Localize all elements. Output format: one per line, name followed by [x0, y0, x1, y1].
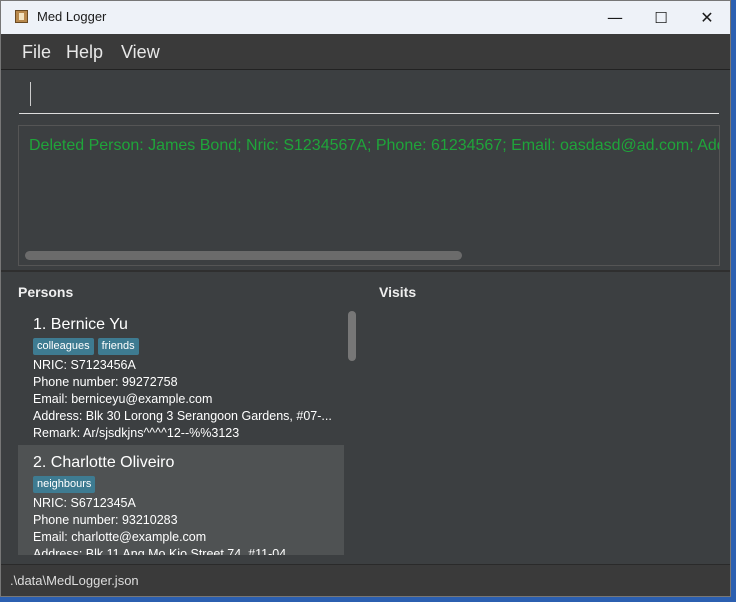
- minimize-button[interactable]: —: [592, 1, 638, 34]
- person-name: 2. Charlotte Oliveiro: [33, 454, 175, 471]
- person-address: Address: Blk 30 Lorong 3 Serangoon Garde…: [33, 409, 332, 423]
- visits-panel-title: Visits: [379, 284, 417, 300]
- person-tags: colleagues friends: [33, 336, 344, 356]
- person-tags: neighbours: [33, 474, 344, 494]
- person-address: Address: Blk 11 Ang Mo Kio Street 74, #1…: [33, 547, 287, 555]
- panel-divider: [1, 270, 730, 272]
- close-button[interactable]: ✕: [684, 1, 730, 34]
- text-caret: [30, 82, 31, 106]
- person-email: Email: charlotte@example.com: [33, 530, 207, 544]
- result-horizontal-scrollbar[interactable]: [25, 251, 462, 260]
- app-logo-icon: [15, 10, 28, 23]
- persons-list: 1. Bernice Yu colleagues friends NRIC: S7…: [18, 307, 344, 555]
- command-input[interactable]: [19, 80, 719, 114]
- app-window: Med Logger — ☐ ✕ File Help View Deleted …: [0, 0, 731, 597]
- person-remark: Remark: Ar/sjsdkjns^^^^12--%%3123: [33, 426, 240, 440]
- title-bar: Med Logger — ☐ ✕: [1, 1, 730, 34]
- person-card[interactable]: 1. Bernice Yu colleagues friends NRIC: S7…: [18, 307, 344, 445]
- tag-badge: neighbours: [33, 476, 96, 493]
- person-name: 1. Bernice Yu: [33, 316, 128, 333]
- person-nric: NRIC: S7123456A: [33, 358, 136, 372]
- persons-panel-title: Persons: [18, 284, 74, 300]
- menu-bar: File Help View: [1, 34, 730, 70]
- person-card[interactable]: 2. Charlotte Oliveiro neighbours NRIC: S…: [18, 445, 344, 555]
- persons-vertical-scrollbar[interactable]: [348, 311, 356, 361]
- result-message: Deleted Person: James Bond; Nric: S12345…: [29, 137, 720, 154]
- person-phone: Phone number: 93210283: [33, 513, 178, 527]
- person-nric: NRIC: S6712345A: [33, 496, 136, 510]
- tag-badge: colleagues: [33, 338, 94, 355]
- person-email: Email: berniceyu@example.com: [33, 392, 213, 406]
- result-display: Deleted Person: James Bond; Nric: S12345…: [18, 125, 720, 266]
- window-title: Med Logger: [37, 9, 107, 24]
- menu-help[interactable]: Help: [66, 42, 103, 63]
- maximize-button[interactable]: ☐: [638, 1, 684, 34]
- person-phone: Phone number: 99272758: [33, 375, 178, 389]
- command-box: [1, 70, 730, 120]
- menu-view[interactable]: View: [121, 42, 160, 63]
- menu-file[interactable]: File: [22, 42, 51, 63]
- data-file-path: .\data\MedLogger.json: [10, 573, 139, 588]
- tag-badge: friends: [97, 338, 139, 355]
- status-bar: .\data\MedLogger.json: [1, 564, 730, 596]
